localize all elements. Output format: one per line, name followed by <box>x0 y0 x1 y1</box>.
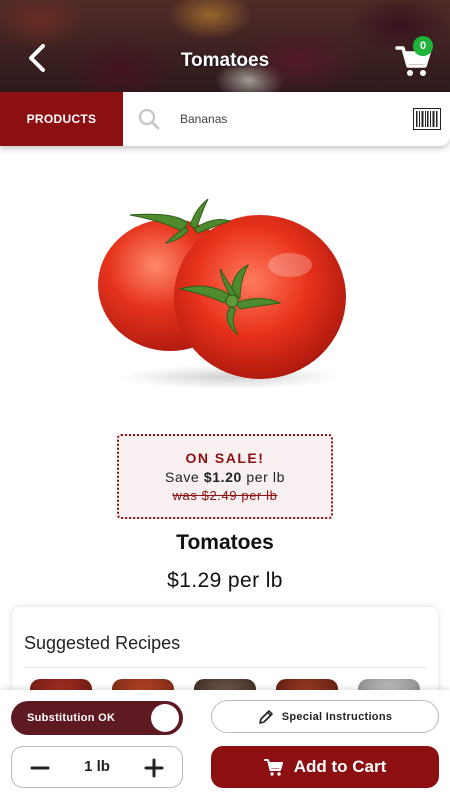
toggle-knob <box>151 704 179 732</box>
substitution-toggle[interactable]: Substitution OK <box>11 701 183 735</box>
product-name: Tomatoes <box>176 531 274 554</box>
cart-icon <box>263 759 283 776</box>
search-input[interactable] <box>180 107 400 131</box>
sale-was-price: was $2.49 per lb <box>172 488 278 503</box>
special-instructions-button[interactable]: Special Instructions <box>211 700 439 733</box>
quantity-stepper: 1 lb <box>11 746 183 788</box>
sale-savings: Save $1.20 per lb <box>165 469 285 485</box>
page-title: Tomatoes <box>180 50 270 71</box>
special-instructions-label: Special Instructions <box>281 710 393 723</box>
sale-box: ON SALE! Save $1.20 per lb was $2.49 per… <box>117 434 333 519</box>
substitution-label: Substitution OK <box>27 712 116 724</box>
recipes-title: Suggested Recipes <box>24 633 181 653</box>
search-icon[interactable] <box>138 108 160 130</box>
pencil-icon <box>258 709 273 724</box>
sale-title: ON SALE! <box>185 450 265 466</box>
add-to-cart-button[interactable]: Add to Cart <box>211 746 439 788</box>
barcode-icon[interactable] <box>413 108 441 130</box>
header-banner <box>0 0 450 92</box>
quantity-value: 1 lb <box>84 758 110 775</box>
add-to-cart-label: Add to Cart <box>293 757 387 776</box>
bottom-action-bar: Substitution OK Special Instructions 1 l… <box>0 690 450 800</box>
plus-icon[interactable] <box>142 756 166 780</box>
product-price: $1.29 per lb <box>167 569 283 592</box>
products-button[interactable]: PRODUCTS <box>0 92 123 146</box>
product-image <box>98 198 346 389</box>
cart-count-badge: 0 <box>413 36 433 56</box>
recipes-divider <box>24 667 426 668</box>
minus-icon[interactable] <box>28 756 52 780</box>
search-bar: PRODUCTS <box>0 92 450 146</box>
